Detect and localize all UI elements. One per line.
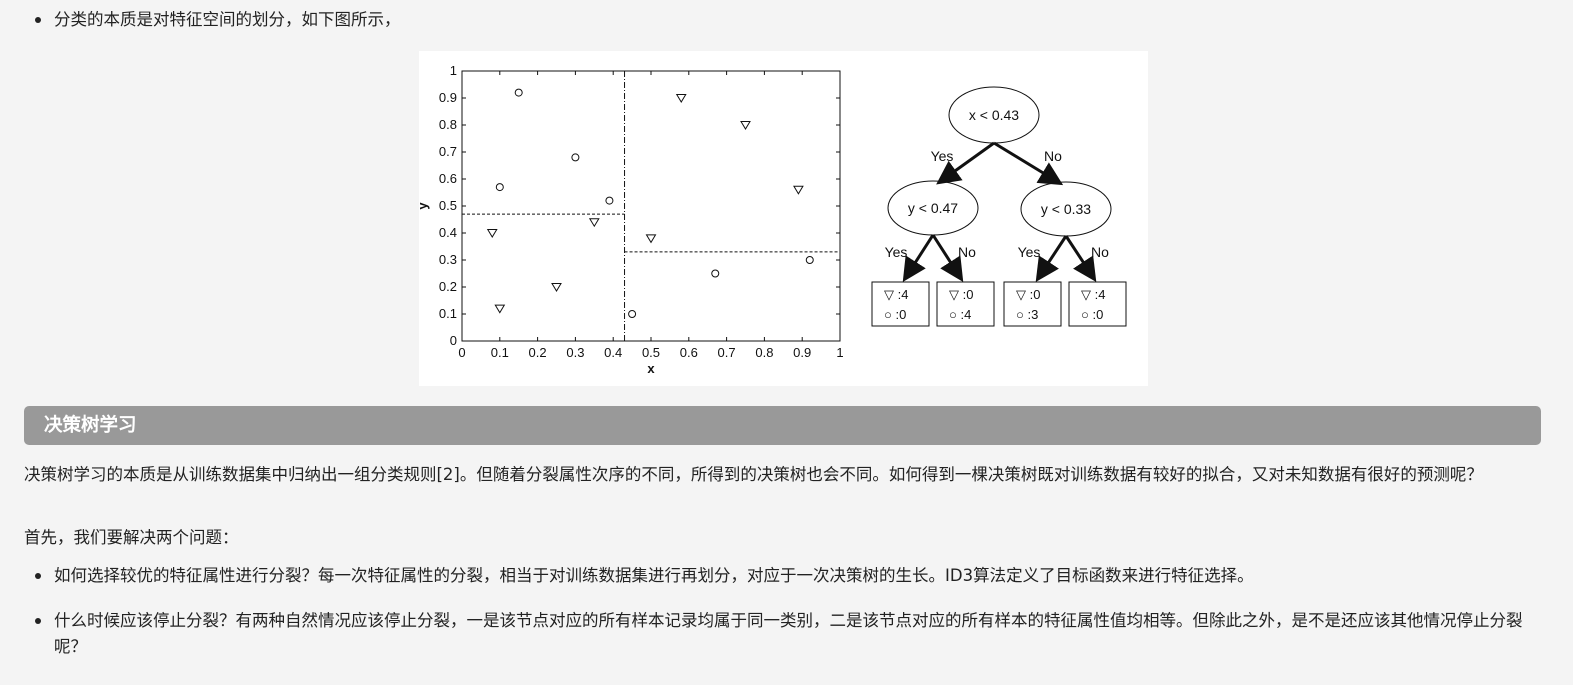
tree-left-label: y < 0.47 bbox=[908, 200, 958, 216]
edge-label-no-left: No bbox=[958, 244, 976, 260]
edge-label-yes-left: Yes bbox=[885, 244, 908, 260]
leaf-3-circ: ○ :3 bbox=[1016, 307, 1038, 322]
x-tick-label: 0.4 bbox=[604, 345, 622, 360]
x-axis-label: x bbox=[647, 361, 655, 376]
question-item-stop: 什么时候应该停止分裂？有两种自然情况应该停止分裂，一是该节点对应的所有样本记录均… bbox=[35, 608, 1534, 660]
x-tick-label: 0.8 bbox=[755, 345, 773, 360]
x-tick-label: 0.9 bbox=[793, 345, 811, 360]
paragraph-questions: 首先，我们要解决两个问题： bbox=[24, 528, 239, 547]
decision-tree: x < 0.43 y < 0.47 y < 0.33 Yes No Yes No… bbox=[871, 86, 1127, 327]
x-tick-label: 0.5 bbox=[642, 345, 660, 360]
leaf-1-circ: ○ :0 bbox=[884, 307, 906, 322]
edge-label-yes-right: Yes bbox=[1018, 244, 1041, 260]
leaf-4-tri: ▽ :4 bbox=[1081, 287, 1105, 302]
y-tick-label: 0.2 bbox=[439, 279, 457, 294]
y-tick-label: 0.7 bbox=[439, 144, 457, 159]
data-point-triangle bbox=[494, 304, 506, 314]
y-tick-label: 1 bbox=[450, 63, 457, 78]
x-tick-label: 0.7 bbox=[718, 345, 736, 360]
leaf-4-circ: ○ :0 bbox=[1081, 307, 1103, 322]
data-point-triangle bbox=[645, 234, 657, 244]
data-point-triangle bbox=[740, 121, 751, 130]
y-tick-label: 0.6 bbox=[439, 171, 457, 186]
data-point-triangle bbox=[793, 185, 804, 195]
paragraph-intro: 决策树学习的本质是从训练数据集中归纳出一组分类规则[2]。但随着分裂属性次序的不… bbox=[24, 465, 1483, 484]
leaf-2-tri: ▽ :0 bbox=[949, 287, 973, 302]
data-point-triangle bbox=[551, 283, 562, 292]
y-tick-label: 0.5 bbox=[439, 198, 457, 213]
y-tick-label: 0.3 bbox=[439, 252, 457, 267]
edge-right-leaf4 bbox=[1064, 235, 1097, 283]
section-header-decision-tree: 决策树学习 bbox=[24, 406, 1541, 445]
question-item-split: 如何选择较优的特征属性进行分裂？每一次特征属性的分裂，相当于对训练数据集进行再划… bbox=[35, 563, 1534, 589]
tree-right-label: y < 0.33 bbox=[1041, 201, 1091, 217]
y-tick-label: 0.1 bbox=[439, 306, 457, 321]
x-tick-label: 1 bbox=[836, 345, 843, 360]
y-tick-label: 0.9 bbox=[439, 90, 457, 105]
y-tick-label: 0.4 bbox=[439, 225, 457, 240]
plot-frame bbox=[461, 70, 841, 342]
x-tick-label: 0.6 bbox=[680, 345, 698, 360]
data-point-circle bbox=[628, 310, 637, 318]
y-axis-label: y bbox=[419, 202, 430, 210]
edge-right-leaf3 bbox=[1035, 235, 1068, 283]
x-tick-label: 0.1 bbox=[491, 345, 509, 360]
leaf-1-tri: ▽ :4 bbox=[884, 287, 908, 302]
x-tick-label: 0.2 bbox=[529, 345, 547, 360]
data-point-circle bbox=[571, 153, 580, 162]
edge-label-yes-root: Yes bbox=[931, 148, 954, 164]
data-point-circle bbox=[514, 88, 523, 97]
leaf-2-circ: ○ :4 bbox=[949, 307, 971, 322]
data-point-triangle bbox=[486, 229, 498, 238]
edge-left-leaf1 bbox=[902, 234, 935, 283]
y-tick-label: 0 bbox=[450, 333, 457, 348]
leaf-3-tri: ▽ :0 bbox=[1016, 287, 1040, 302]
data-point-circle bbox=[805, 256, 814, 264]
data-point-circle bbox=[605, 196, 614, 205]
data-point-triangle bbox=[588, 218, 600, 228]
x-tick-label: 0 bbox=[458, 345, 465, 360]
data-point-circle bbox=[711, 269, 720, 278]
edge-left-leaf2 bbox=[931, 234, 964, 283]
x-tick-label: 0.3 bbox=[566, 345, 584, 360]
y-tick-label: 0.8 bbox=[439, 117, 457, 132]
edge-label-no-root: No bbox=[1044, 148, 1062, 164]
scatter-plot: 0 0.1 0.2 0.3 0.4 0.5 0.6 0.7 0.8 0.9 1 0 0.1 0.2 0.3 0… bbox=[419, 63, 1127, 376]
decision-tree-figure: 0 0.1 0.2 0.3 0.4 0.5 0.6 0.7 0.8 0.9 1 0 0.1 0.2 0.3 0… bbox=[419, 51, 1148, 386]
intro-bullet: 分类的本质是对特征空间的划分，如下图所示， bbox=[35, 7, 1534, 33]
tree-root-label: x < 0.43 bbox=[969, 107, 1019, 123]
edge-label-no-right: No bbox=[1091, 244, 1109, 260]
data-point-triangle bbox=[675, 94, 687, 103]
data-point-circle bbox=[495, 183, 504, 192]
